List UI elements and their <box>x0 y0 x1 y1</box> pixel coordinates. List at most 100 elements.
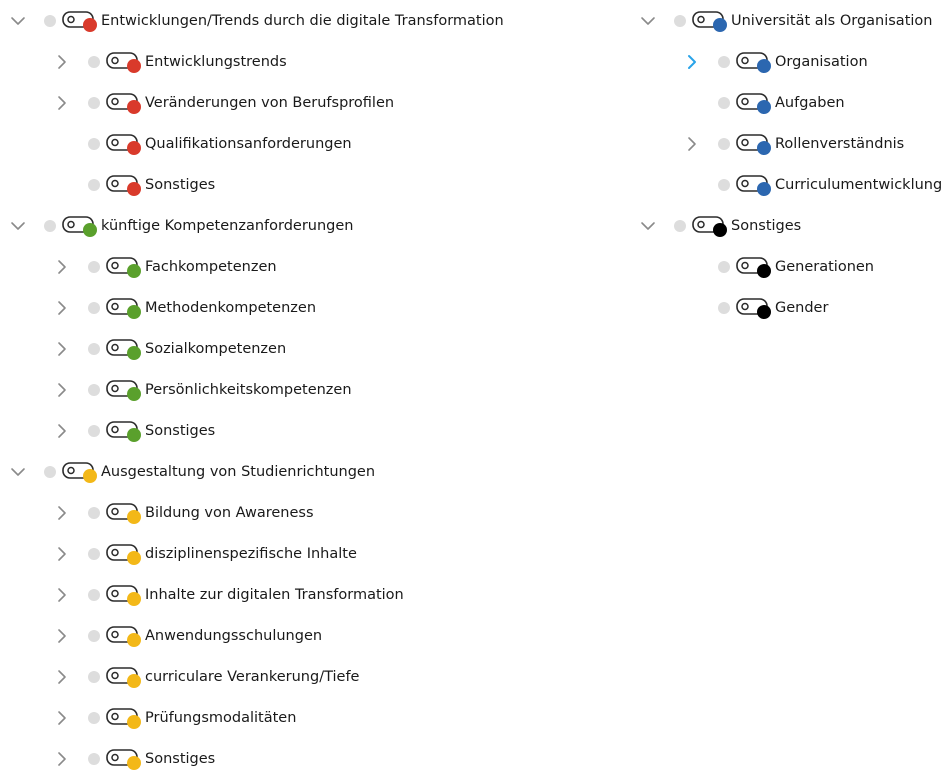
tree-item[interactable]: Ausgestaltung von Studienrichtungen <box>0 451 630 492</box>
code-tag-icon <box>692 214 730 238</box>
code-tag-icon <box>106 501 144 525</box>
tree-item[interactable]: disziplinenspezifische Inhalte <box>0 533 630 574</box>
chevron-right-icon[interactable] <box>682 134 702 154</box>
code-tag-icon <box>106 542 144 566</box>
chevron-right-icon[interactable] <box>52 52 72 72</box>
chevron-right-icon[interactable] <box>52 503 72 523</box>
status-dot-icon <box>44 14 56 27</box>
tree-item-label: Rollenverständnis <box>775 135 905 152</box>
tree-item-label: curriculare Verankerung/Tiefe <box>145 668 360 685</box>
code-tag-icon <box>62 214 100 238</box>
tree-item[interactable]: Bildung von Awareness <box>0 492 630 533</box>
code-tag-icon <box>106 173 144 197</box>
chevron-down-icon[interactable] <box>638 216 658 236</box>
tree-item[interactable]: Curriculumentwicklung <box>630 164 952 205</box>
tree-item[interactable]: Fachkompetenzen <box>0 246 630 287</box>
tree-item-label: Veränderungen von Berufsprofilen <box>145 94 395 111</box>
tree-item-label: Sonstiges <box>731 217 802 234</box>
tree-item[interactable]: Sozialkompetenzen <box>0 328 630 369</box>
chevron-down-icon[interactable] <box>8 11 28 31</box>
tree-item-label: Sonstiges <box>145 176 216 193</box>
tree-item-label: Inhalte zur digitalen Transformation <box>145 586 404 603</box>
tree-item[interactable]: Sonstiges <box>0 164 630 205</box>
code-tag-icon <box>736 132 774 156</box>
status-dot-icon <box>44 465 56 478</box>
chevron-right-icon[interactable] <box>52 585 72 605</box>
tree-item[interactable]: Generationen <box>630 246 952 287</box>
chevron-right-icon[interactable] <box>52 626 72 646</box>
code-tag-icon <box>106 255 144 279</box>
tree-item[interactable]: künftige Kompetenzanforderungen <box>0 205 630 246</box>
tree-item-label: Universität als Organisation <box>731 12 933 29</box>
tree-item-label: Sonstiges <box>145 750 216 767</box>
code-tag-icon <box>106 583 144 607</box>
status-dot-icon <box>88 342 100 355</box>
status-dot-icon <box>718 55 730 68</box>
status-dot-icon <box>88 670 100 683</box>
tree-item[interactable]: Methodenkompetenzen <box>0 287 630 328</box>
chevron-down-icon[interactable] <box>8 216 28 236</box>
code-tag-icon <box>692 9 730 33</box>
status-dot-icon <box>718 301 730 314</box>
tree-item[interactable]: Aufgaben <box>630 82 952 123</box>
status-dot-icon <box>88 260 100 273</box>
status-dot-icon <box>718 137 730 150</box>
tree-item-label: Generationen <box>775 258 875 275</box>
tree-item[interactable]: Universität als Organisation <box>630 0 952 41</box>
code-tag-icon <box>62 9 100 33</box>
code-tag-icon <box>106 419 144 443</box>
status-dot-icon <box>718 96 730 109</box>
tree-item[interactable]: Anwendungsschulungen <box>0 615 630 656</box>
tree-item[interactable]: Sonstiges <box>630 205 952 246</box>
status-dot-icon <box>88 588 100 601</box>
status-dot-icon <box>88 178 100 191</box>
chevron-right-icon[interactable] <box>52 93 72 113</box>
tree-item-label: Organisation <box>775 53 868 70</box>
chevron-right-icon[interactable] <box>52 749 72 769</box>
tree-item[interactable]: Qualifikationsanforderungen <box>0 123 630 164</box>
tree-item[interactable]: Entwicklungen/Trends durch die digitale … <box>0 0 630 41</box>
tree-item[interactable]: Gender <box>630 287 952 328</box>
tree-item[interactable]: Sonstiges <box>0 738 630 779</box>
tree-item[interactable]: Veränderungen von Berufsprofilen <box>0 82 630 123</box>
tree-item[interactable]: Prüfungsmodalitäten <box>0 697 630 738</box>
tree-item[interactable]: Organisation <box>630 41 952 82</box>
tree-item[interactable]: Entwicklungstrends <box>0 41 630 82</box>
tree-item-label: Gender <box>775 299 829 316</box>
status-dot-icon <box>718 178 730 191</box>
chevron-right-icon[interactable] <box>52 708 72 728</box>
status-dot-icon <box>88 301 100 314</box>
tree-item-label: Methodenkompetenzen <box>145 299 317 316</box>
chevron-right-icon[interactable] <box>52 339 72 359</box>
status-dot-icon <box>88 711 100 724</box>
tree-item-label: Ausgestaltung von Studienrichtungen <box>101 463 376 480</box>
status-dot-icon <box>88 629 100 642</box>
tree-item[interactable]: curriculare Verankerung/Tiefe <box>0 656 630 697</box>
status-dot-icon <box>674 14 686 27</box>
chevron-right-icon[interactable] <box>52 257 72 277</box>
code-tag-icon <box>106 337 144 361</box>
code-tag-icon <box>106 624 144 648</box>
code-tag-icon <box>106 706 144 730</box>
chevron-right-icon[interactable] <box>682 52 702 72</box>
tree-item[interactable]: Sonstiges <box>0 410 630 451</box>
code-tag-icon <box>736 296 774 320</box>
status-dot-icon <box>88 506 100 519</box>
chevron-down-icon[interactable] <box>8 462 28 482</box>
code-tag-icon <box>106 132 144 156</box>
chevron-down-icon[interactable] <box>638 11 658 31</box>
chevron-right-icon[interactable] <box>52 544 72 564</box>
tree-item[interactable]: Persönlichkeitskompetenzen <box>0 369 630 410</box>
chevron-right-icon[interactable] <box>52 380 72 400</box>
tree-item[interactable]: Inhalte zur digitalen Transformation <box>0 574 630 615</box>
chevron-right-icon[interactable] <box>52 298 72 318</box>
tree-item-label: Fachkompetenzen <box>145 258 277 275</box>
tree-item-label: Anwendungsschulungen <box>145 627 323 644</box>
tree-item-label: Qualifikationsanforderungen <box>145 135 352 152</box>
chevron-right-icon[interactable] <box>52 421 72 441</box>
tree-item[interactable]: Rollenverständnis <box>630 123 952 164</box>
status-dot-icon <box>88 383 100 396</box>
status-dot-icon <box>674 219 686 232</box>
chevron-right-icon[interactable] <box>52 667 72 687</box>
code-tag-icon <box>106 296 144 320</box>
